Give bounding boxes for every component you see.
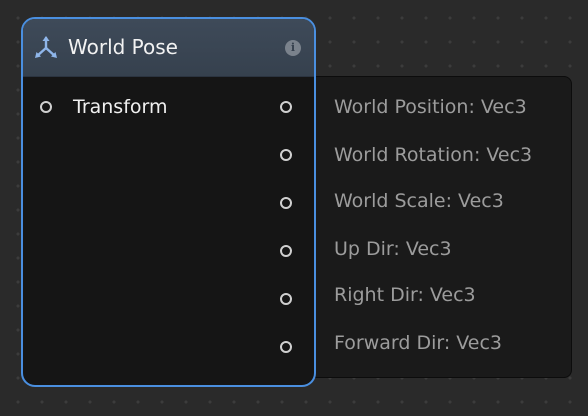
- input-label-transform: Transform: [73, 96, 168, 118]
- output-label-right-dir: Right Dir: Vec3: [334, 284, 476, 306]
- node-title: World Pose: [68, 35, 178, 59]
- output-port-up-dir[interactable]: [280, 245, 292, 257]
- output-label-world-scale: World Scale: Vec3: [334, 190, 504, 212]
- input-port-transform[interactable]: [40, 101, 52, 113]
- output-label-up-dir: Up Dir: Vec3: [334, 238, 452, 260]
- node-header[interactable]: World Pose i: [23, 19, 314, 77]
- output-port-forward-dir[interactable]: [280, 341, 292, 353]
- graph-canvas[interactable]: World Position: Vec3 World Rotation: Vec…: [0, 0, 588, 416]
- info-icon[interactable]: i: [285, 40, 301, 56]
- output-label-world-position: World Position: Vec3: [334, 96, 527, 118]
- output-port-right-dir[interactable]: [280, 293, 292, 305]
- node-tripod-icon: [35, 36, 57, 58]
- output-label-world-rotation: World Rotation: Vec3: [334, 144, 533, 166]
- output-port-world-rotation[interactable]: [280, 149, 292, 161]
- output-port-world-position[interactable]: [280, 101, 292, 113]
- output-label-forward-dir: Forward Dir: Vec3: [334, 332, 503, 354]
- output-port-world-scale[interactable]: [280, 197, 292, 209]
- world-pose-node[interactable]: World Pose i Transform: [21, 17, 316, 387]
